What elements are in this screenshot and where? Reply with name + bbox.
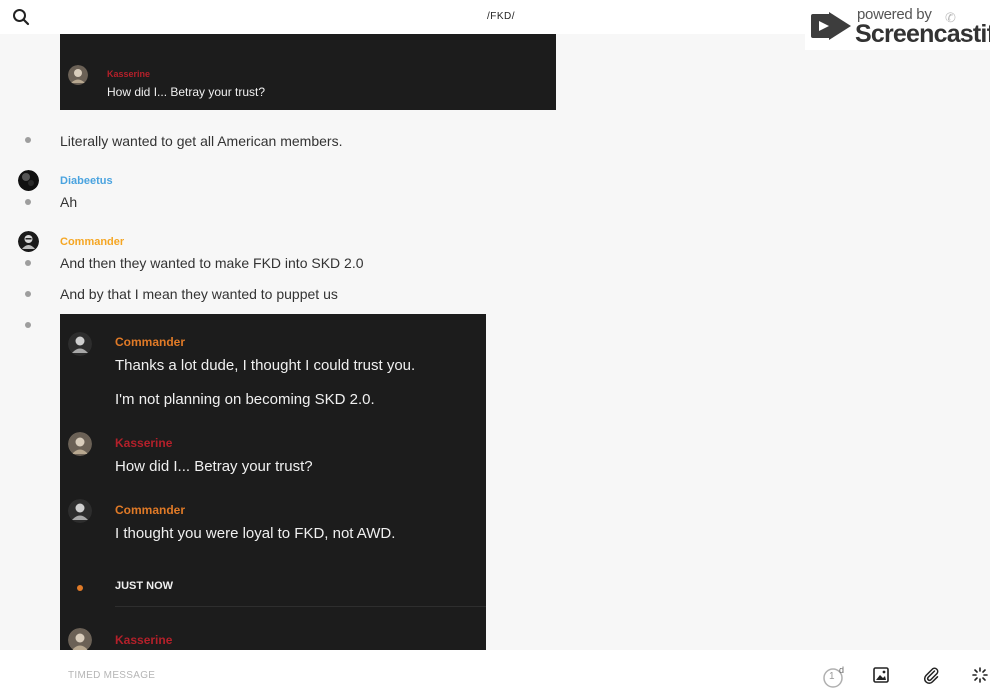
timer-value: 1 xyxy=(829,671,835,682)
screenshot-author-name: Commander xyxy=(115,335,186,349)
screenshot-message-text: How did I... Betray your trust? xyxy=(115,458,313,475)
phone-icon: ✆ xyxy=(945,10,956,25)
message-text: And then they wanted to make FKD into SK… xyxy=(60,255,364,271)
screenshot-message-text: I'm not planning on becoming SKD 2.0. xyxy=(115,391,375,408)
message-bullet xyxy=(25,322,31,328)
kasserine-avatar xyxy=(68,628,92,650)
kasserine-avatar xyxy=(68,432,92,456)
commander-avatar xyxy=(68,332,92,356)
timer-unit: d xyxy=(839,665,845,675)
author-name-commander[interactable]: Commander xyxy=(60,236,124,248)
message-bullet xyxy=(25,199,31,205)
message-text: And by that I mean they wanted to puppet… xyxy=(60,286,338,302)
message-bullet xyxy=(25,291,31,297)
commander-avatar[interactable] xyxy=(18,231,39,252)
attachment-icon[interactable] xyxy=(922,666,940,684)
loading-spinner-icon[interactable] xyxy=(971,666,989,684)
message-text: Literally wanted to get all American mem… xyxy=(60,133,343,149)
composer-bar: TIMED MESSAGE 1 d xyxy=(0,650,990,700)
image-icon[interactable] xyxy=(873,667,889,683)
screenshot-author-name: Commander xyxy=(115,503,186,517)
diabeetus-avatar[interactable] xyxy=(18,170,39,191)
screenshot-message-text: Thanks a lot dude, I thought I could tru… xyxy=(115,357,416,374)
screenshot-author-name: Kasserine xyxy=(115,436,173,450)
screenshot-timestamp: JUST NOW xyxy=(115,580,174,592)
message-list[interactable]: Kasserine How did I... Betray your trust… xyxy=(0,34,990,650)
message-text: Ah xyxy=(60,194,78,210)
screenshot-message-text: I thought you were loyal to FKD, not AWD… xyxy=(115,525,396,542)
timer-button[interactable]: 1 d xyxy=(822,665,852,689)
commander-avatar xyxy=(68,499,92,523)
kasserine-avatar xyxy=(68,65,88,85)
attached-image[interactable]: Commander Thanks a lot dude, I thought I… xyxy=(60,314,486,650)
status-dot xyxy=(77,585,83,591)
screenshot-message-text: How did I... Betray your trust? xyxy=(107,85,266,99)
author-name-diabeetus[interactable]: Diabeetus xyxy=(60,175,113,187)
screenshot-author-name: Kasserine xyxy=(115,633,173,647)
attached-image[interactable]: Kasserine How did I... Betray your trust… xyxy=(60,34,556,110)
message-input[interactable]: TIMED MESSAGE xyxy=(68,670,155,681)
message-bullet xyxy=(25,137,31,143)
screenshot-author-name: Kasserine xyxy=(107,69,151,79)
divider xyxy=(115,606,486,607)
message-bullet xyxy=(25,260,31,266)
